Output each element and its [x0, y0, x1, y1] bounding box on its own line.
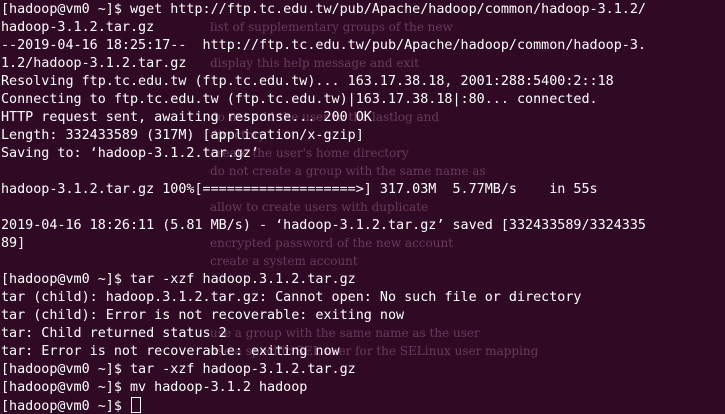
terminal-line: [hadoop@vm0 ~]$ tar -xzf hadoop-3.1.2.ta… [1, 362, 356, 377]
text-cursor [131, 397, 141, 413]
terminal-line: Resolving ftp.tc.edu.tw (ftp.tc.edu.tw).… [1, 74, 614, 89]
terminal-line: tar: Child returned status 2 [1, 326, 227, 341]
terminal-line: tar (child): Error is not recoverable: e… [1, 308, 405, 323]
shell-prompt: [hadoop@vm0 ~]$ [1, 399, 130, 414]
terminal-line: 89] [1, 236, 26, 251]
terminal-line: 2019-04-16 18:26:11 (5.81 MB/s) - ‘hadoo… [1, 218, 646, 233]
terminal-line: 1.2/hadoop-3.1.2.tar.gz [1, 56, 187, 71]
terminal-line: HTTP request sent, awaiting response... … [1, 110, 372, 125]
terminal-line: tar: Error is not recoverable: exiting n… [1, 344, 340, 359]
terminal-output: [hadoop@vm0 ~]$ wget http://ftp.tc.edu.t… [1, 1, 725, 414]
terminal-line: hadoop-3.1.2.tar.gz 100%[===============… [1, 182, 598, 197]
terminal-line: Length: 332433589 (317M) [application/x-… [1, 128, 364, 143]
terminal-line: [hadoop@vm0 ~]$ tar -xzf hadoop.3.1.2.ta… [1, 272, 356, 287]
terminal-line: hadoop-3.1.2.tar.gz [1, 20, 155, 35]
terminal-line: Connecting to ftp.tc.edu.tw (ftp.tc.edu.… [1, 92, 598, 107]
terminal-line: tar (child): hadoop.3.1.2.tar.gz: Cannot… [1, 290, 582, 305]
terminal-line: Saving to: ‘hadoop-3.1.2.tar.gz’ [1, 146, 259, 161]
terminal-prompt-line[interactable]: [hadoop@vm0 ~]$ [1, 397, 725, 414]
terminal-line: [hadoop@vm0 ~]$ wget http://ftp.tc.edu.t… [1, 2, 646, 17]
terminal-line: [hadoop@vm0 ~]$ mv hadoop-3.1.2 hadoop [1, 380, 308, 395]
terminal-window[interactable]: list of supplementary groups of the new … [0, 0, 725, 414]
terminal-line: --2019-04-16 18:25:17-- http://ftp.tc.ed… [1, 38, 646, 53]
